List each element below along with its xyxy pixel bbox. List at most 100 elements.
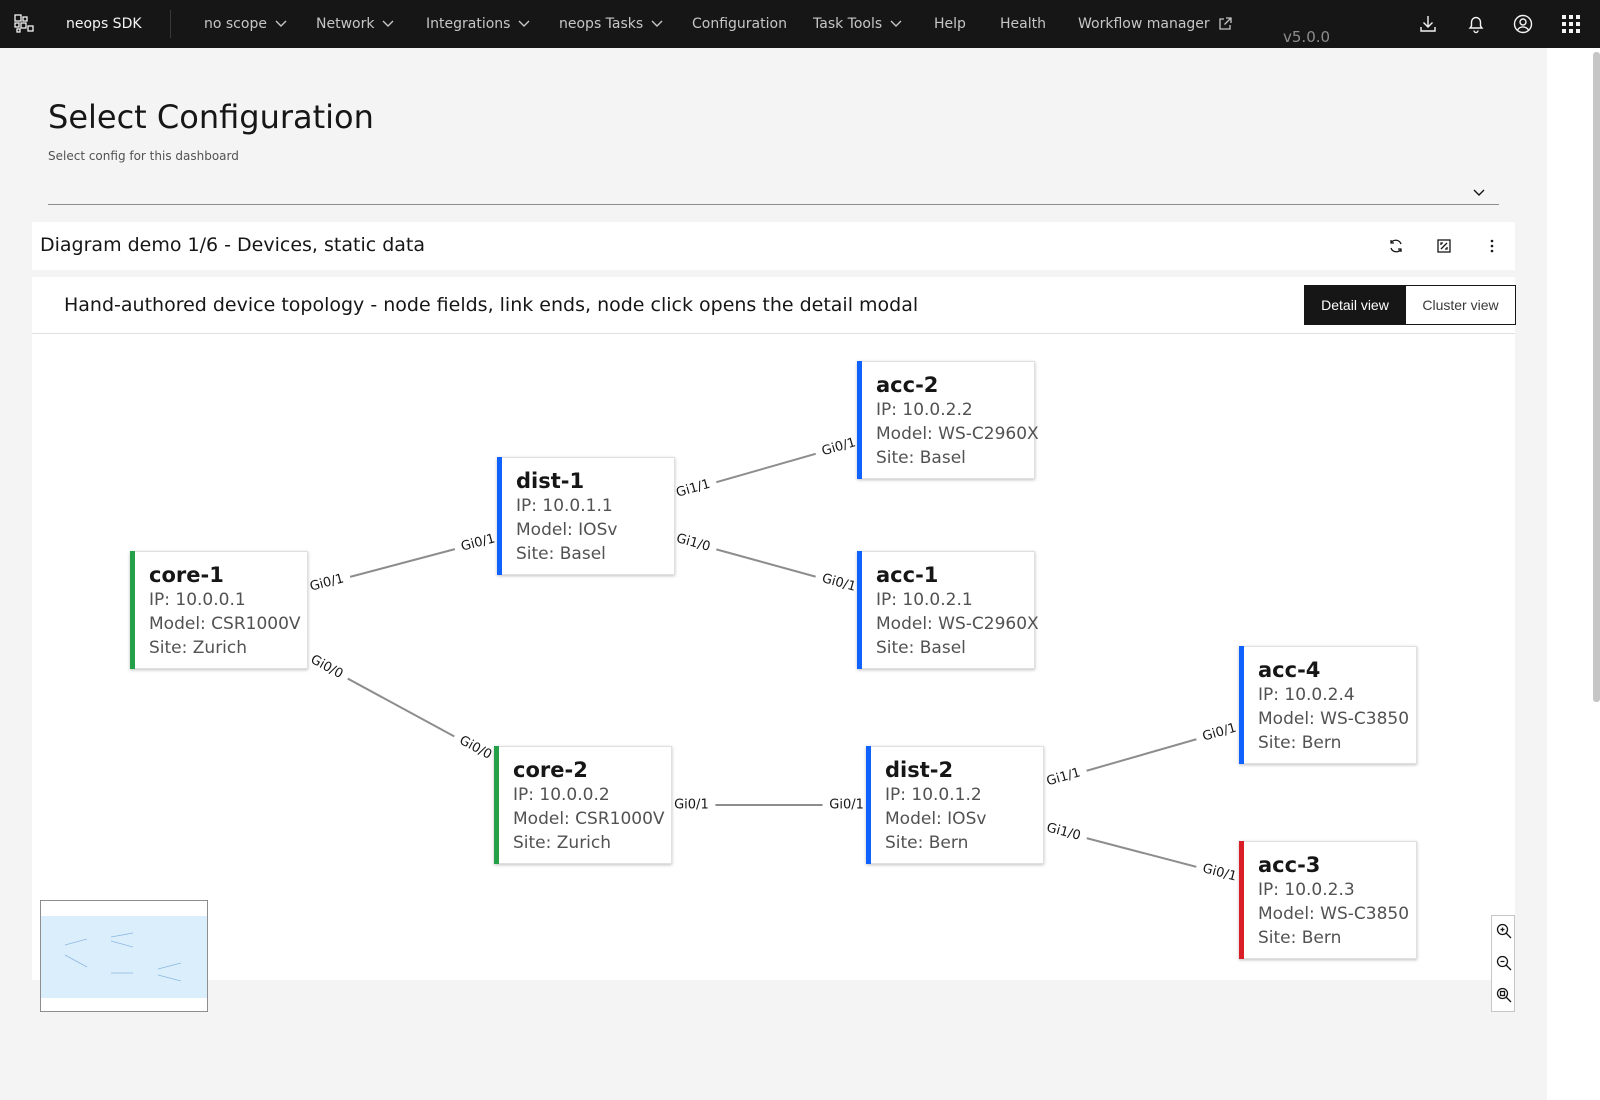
node-name: dist-2 xyxy=(885,758,954,782)
brand-name[interactable]: neops SDK xyxy=(66,0,142,48)
user-avatar-icon[interactable] xyxy=(1513,14,1533,34)
link-port-label: Gi0/0 xyxy=(308,652,346,682)
detail-view-button[interactable]: Detail view xyxy=(1304,285,1406,325)
chevron-down-icon xyxy=(890,20,902,27)
nav-label: Workflow manager xyxy=(1078,16,1210,32)
cluster-view-button[interactable]: Cluster view xyxy=(1406,285,1516,325)
node-name: acc-2 xyxy=(876,373,939,397)
node-status-bar xyxy=(866,746,871,864)
node-ip: IP: 10.0.0.1 xyxy=(149,590,246,610)
app-logo-icon[interactable] xyxy=(14,14,34,34)
link-end-label: Gi1/0 xyxy=(1038,817,1089,847)
node-model: Model: WS-C2960X xyxy=(876,614,1039,634)
node-name: acc-1 xyxy=(876,563,939,587)
node-status-bar xyxy=(494,746,499,864)
device-node-acc-1[interactable]: acc-1 IP: 10.0.2.1 Model: WS-C2960X Site: B… xyxy=(857,551,1039,669)
nav-configuration[interactable]: Configuration xyxy=(692,0,787,48)
device-node-acc-3[interactable]: acc-3 IP: 10.0.2.3 Model: WS-C3850 Site: Be… xyxy=(1239,841,1417,959)
download-icon[interactable] xyxy=(1418,14,1438,34)
node-name: acc-4 xyxy=(1258,658,1321,682)
chevron-down-icon xyxy=(518,20,530,27)
nav-label: Health xyxy=(1000,16,1046,32)
node-ip: IP: 10.0.0.2 xyxy=(513,785,610,805)
node-model: Model: WS-C3850 xyxy=(1258,904,1410,924)
nav-label: Task Tools xyxy=(813,16,883,32)
zoom-in-icon[interactable] xyxy=(1495,922,1513,940)
diagram-panel-header: Hand-authored device topology - node fie… xyxy=(32,277,1516,334)
node-site: Site: Bern xyxy=(1258,928,1342,948)
node-ip: IP: 10.0.1.1 xyxy=(516,496,613,516)
zoom-fit-icon[interactable] xyxy=(1495,986,1513,1004)
link-end-label: Gi0/1 xyxy=(1193,717,1246,748)
top-navigation-bar: neops SDK no scope Network Integrations … xyxy=(0,0,1600,48)
overflow-menu-icon[interactable] xyxy=(1482,236,1502,256)
device-node-dist-2[interactable]: dist-2 IP: 10.0.1.2 Model: IOSv Site: Bern xyxy=(866,746,1044,864)
nav-health[interactable]: Health xyxy=(1000,0,1046,48)
card-title: Diagram demo 1/6 - Devices, static data xyxy=(40,234,426,256)
app-version: v5.0.0 xyxy=(1283,28,1331,46)
node-status-bar xyxy=(1239,646,1244,764)
minimap-links xyxy=(64,932,182,982)
refresh-icon[interactable] xyxy=(1386,236,1406,256)
page-subtitle: Select config for this dashboard xyxy=(48,149,239,163)
node-name: core-2 xyxy=(513,758,588,782)
nav-workflow-manager[interactable]: Workflow manager xyxy=(1078,0,1232,48)
link-end-label: Gi1/1 xyxy=(1037,762,1090,793)
nav-label: Network xyxy=(316,16,375,32)
node-site: Site: Bern xyxy=(885,833,969,853)
node-site: Site: Bern xyxy=(1258,733,1342,753)
device-node-acc-4[interactable]: acc-4 IP: 10.0.2.4 Model: WS-C3850 Site: Be… xyxy=(1239,646,1417,764)
node-status-bar xyxy=(857,551,862,669)
page-title: Select Configuration xyxy=(48,98,374,136)
node-site: Site: Basel xyxy=(876,638,966,658)
device-node-core-2[interactable]: core-2 IP: 10.0.0.2 Model: CSR1000V Site: Z… xyxy=(494,746,672,864)
zoom-controls xyxy=(1491,915,1515,1012)
nav-label: Configuration xyxy=(692,16,787,32)
chevron-down-icon xyxy=(651,20,663,27)
link-end-label: Gi1/1 xyxy=(667,473,719,505)
node-ip: IP: 10.0.2.2 xyxy=(876,400,973,420)
nav-divider xyxy=(170,10,171,38)
device-node-acc-2[interactable]: acc-2 IP: 10.0.2.2 Model: WS-C2960X Site: B… xyxy=(857,361,1039,479)
notification-icon[interactable] xyxy=(1466,14,1486,34)
device-node-core-1[interactable]: core-1 IP: 10.0.0.1 Model: CSR1000V Site: Z… xyxy=(130,551,308,669)
nav-task-tools-menu[interactable]: Task Tools xyxy=(813,0,902,48)
nav-integrations-menu[interactable]: Integrations xyxy=(426,0,530,48)
chevron-down-icon xyxy=(1473,182,1485,201)
node-name: core-1 xyxy=(149,563,224,587)
nav-scope-menu[interactable]: no scope xyxy=(204,0,287,48)
chevron-down-icon xyxy=(382,20,394,27)
link-port-label: Gi0/0 xyxy=(457,733,495,763)
node-site: Site: Basel xyxy=(876,448,966,468)
node-ip: IP: 10.0.2.3 xyxy=(1258,880,1355,900)
device-node-dist-1[interactable]: dist-1 IP: 10.0.1.1 Model: IOSv Site: Basel xyxy=(497,457,675,575)
maximize-icon[interactable] xyxy=(1434,236,1454,256)
diagram-panel: Hand-authored device topology - node fie… xyxy=(32,277,1516,1012)
nav-label: Integrations xyxy=(426,16,511,32)
topology-diagram[interactable]: Gi0/1 Gi0/1 Gi0/0 Gi0/0 Gi1/1 Gi0/1 Gi1/0 Gi0/1… xyxy=(32,334,1515,1012)
config-select[interactable] xyxy=(48,172,1499,205)
node-status-bar xyxy=(130,551,135,669)
dashboard-card-header: Diagram demo 1/6 - Devices, static data xyxy=(32,222,1515,270)
external-link-icon xyxy=(1219,17,1232,30)
node-model: Model: CSR1000V xyxy=(513,809,665,829)
node-name: acc-3 xyxy=(1258,853,1321,877)
link-end-label: Gi0/1 xyxy=(452,528,504,558)
page-scrollbar-thumb[interactable] xyxy=(1593,52,1600,702)
app-switcher-icon[interactable] xyxy=(1561,14,1581,34)
link-end-label: Gi0/1 xyxy=(1194,858,1245,888)
link-port-label: Gi0/1 xyxy=(829,798,864,813)
nav-help[interactable]: Help xyxy=(934,0,966,48)
node-model: Model: IOSv xyxy=(516,520,618,540)
nav-network-menu[interactable]: Network xyxy=(316,0,394,48)
chevron-down-icon xyxy=(275,20,287,27)
node-status-bar xyxy=(1239,841,1244,959)
link-end-label: Gi0/1 xyxy=(667,796,716,814)
node-model: Model: WS-C3850 xyxy=(1258,709,1410,729)
nav-neops-tasks-menu[interactable]: neops Tasks xyxy=(559,0,663,48)
node-model: Model: CSR1000V xyxy=(149,614,301,634)
link-end-label: Gi0/1 xyxy=(301,568,353,598)
diagram-minimap[interactable] xyxy=(40,900,208,1012)
zoom-out-icon[interactable] xyxy=(1495,954,1513,972)
node-status-bar xyxy=(497,457,502,575)
